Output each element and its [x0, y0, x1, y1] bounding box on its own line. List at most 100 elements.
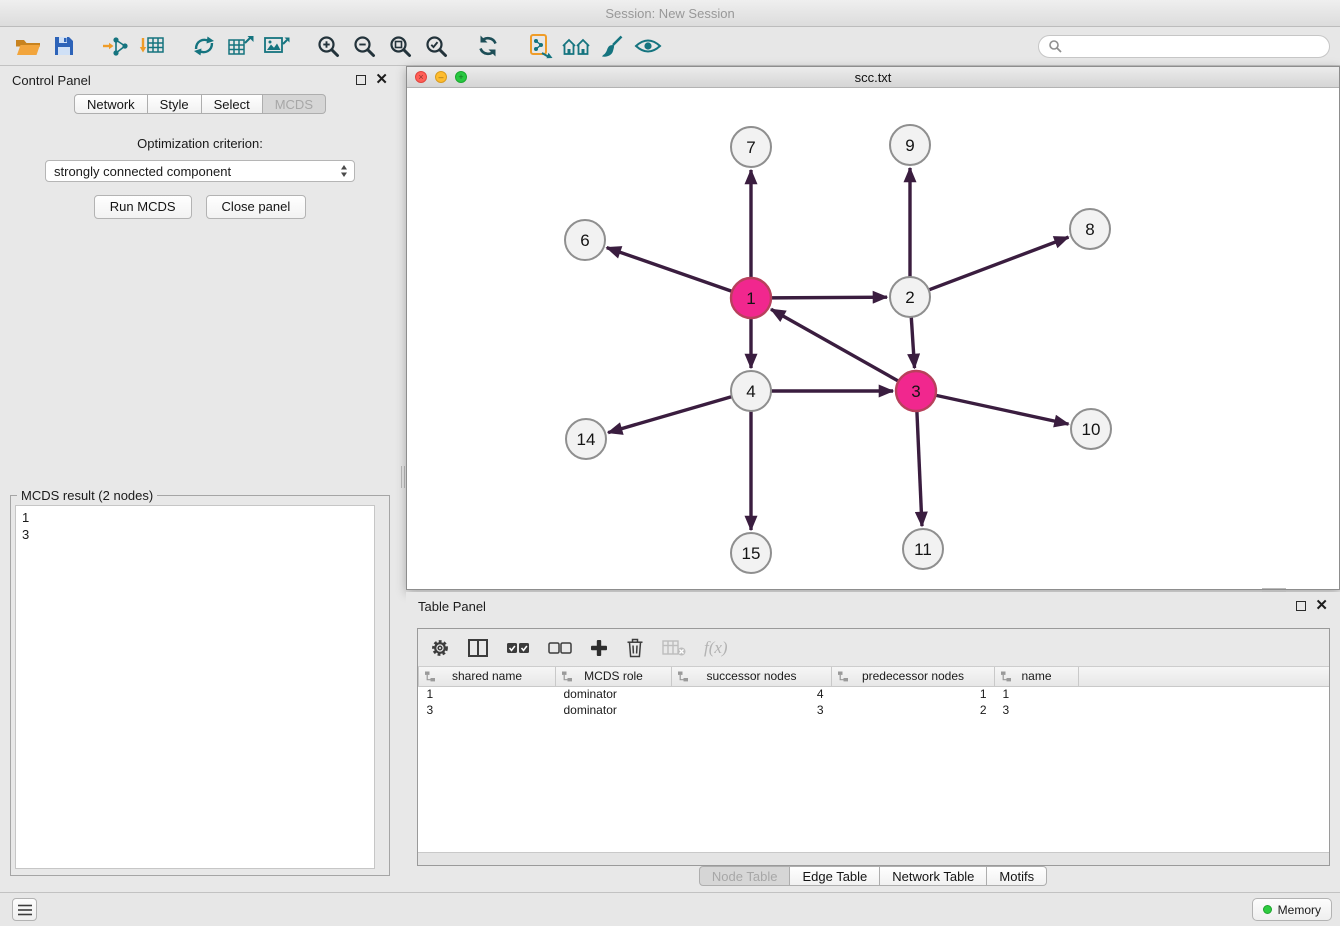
export-image-icon	[263, 34, 290, 58]
zoom-out-button[interactable]	[346, 30, 382, 62]
first-neighbors-button[interactable]	[558, 30, 594, 62]
tab-style[interactable]: Style	[148, 94, 202, 114]
graph-node[interactable]: 10	[1071, 409, 1111, 449]
graph-node[interactable]: 6	[565, 220, 605, 260]
network-window-titlebar[interactable]: × – + scc.txt	[407, 67, 1339, 88]
table-cell[interactable]: 3	[419, 702, 556, 718]
table-cell[interactable]: 4	[672, 686, 832, 702]
apply-layout-button[interactable]	[470, 30, 506, 62]
add-column-button[interactable]	[590, 639, 608, 657]
table-cell[interactable]: 2	[832, 702, 995, 718]
close-table-panel-button[interactable]: ✕	[1315, 601, 1328, 611]
graph-node[interactable]: 8	[1070, 209, 1110, 249]
import-network-icon	[102, 34, 130, 58]
float-panel-button[interactable]	[356, 75, 366, 85]
zoom-selected-button[interactable]	[418, 30, 454, 62]
import-network-button[interactable]	[98, 30, 134, 62]
zoom-selected-icon	[424, 34, 448, 58]
select-all-columns-button[interactable]	[506, 641, 530, 655]
tab-mcds[interactable]: MCDS	[263, 94, 326, 114]
minimize-window-button[interactable]: –	[435, 71, 447, 83]
table-cell[interactable]: 3	[672, 702, 832, 718]
graph-node[interactable]: 11	[903, 529, 943, 569]
table-cell[interactable]: dominator	[556, 702, 672, 718]
graph-node[interactable]: 9	[890, 125, 930, 165]
table-horizontal-scrollbar[interactable]	[418, 852, 1329, 865]
folder-open-icon	[15, 35, 41, 57]
tab-node-table[interactable]: Node Table	[699, 866, 791, 886]
graph-node[interactable]: 7	[731, 127, 771, 167]
network-graph[interactable]: 7 9 6 8 1 2 4 3 14 10 15 11	[407, 88, 1339, 589]
tab-select[interactable]: Select	[202, 94, 263, 114]
close-mcds-panel-button[interactable]: Close panel	[206, 195, 307, 219]
graph-edge[interactable]	[929, 237, 1069, 290]
zoom-fit-icon	[388, 34, 412, 58]
unselect-all-columns-button[interactable]	[548, 641, 572, 655]
function-builder-button[interactable]: f(x)	[704, 638, 728, 658]
float-table-panel-button[interactable]	[1296, 601, 1306, 611]
column-header[interactable]: predecessor nodes	[832, 667, 995, 686]
network-document-button[interactable]	[522, 30, 558, 62]
search-box[interactable]	[1038, 35, 1330, 58]
control-panel: Control Panel ✕ Network Style Select MCD…	[0, 66, 400, 892]
table-cell[interactable]: 1	[832, 686, 995, 702]
control-panel-tabs: Network Style Select MCDS	[0, 94, 400, 114]
graph-node[interactable]: 3	[896, 371, 936, 411]
graph-edge[interactable]	[607, 248, 732, 292]
graph-edge[interactable]	[608, 397, 732, 433]
graph-edge[interactable]	[936, 395, 1069, 424]
graph-node-label: 8	[1085, 220, 1094, 239]
open-session-button[interactable]	[10, 30, 46, 62]
show-columns-button[interactable]	[468, 639, 488, 657]
memory-button[interactable]: Memory	[1252, 898, 1332, 921]
table-cell[interactable]: 1	[995, 686, 1079, 702]
column-header[interactable]: name	[995, 667, 1079, 686]
table-cell[interactable]: dominator	[556, 686, 672, 702]
tab-network[interactable]: Network	[74, 94, 148, 114]
style-button[interactable]	[594, 30, 630, 62]
tab-network-table[interactable]: Network Table	[880, 866, 987, 886]
table-cell[interactable]: 3	[995, 702, 1079, 718]
zoom-fit-button[interactable]	[382, 30, 418, 62]
criterion-dropdown[interactable]: strongly connected component	[45, 160, 355, 182]
table-settings-button[interactable]	[430, 638, 450, 658]
search-input[interactable]	[1067, 39, 1320, 54]
graph-edge[interactable]	[917, 411, 922, 526]
delete-table-button[interactable]	[662, 639, 686, 657]
close-window-button[interactable]: ×	[415, 71, 427, 83]
table-row[interactable]: 1dominator411	[419, 686, 1330, 702]
close-panel-button[interactable]: ✕	[375, 75, 388, 85]
task-history-button[interactable]	[12, 898, 37, 921]
memory-label: Memory	[1278, 903, 1321, 917]
eye-icon	[634, 37, 662, 55]
maximize-window-button[interactable]: +	[455, 71, 467, 83]
zoom-in-button[interactable]	[310, 30, 346, 62]
graph-node-label: 11	[914, 540, 932, 559]
tab-edge-table[interactable]: Edge Table	[790, 866, 880, 886]
houses-icon	[561, 35, 591, 57]
graph-node[interactable]: 15	[731, 533, 771, 573]
export-image-button[interactable]	[258, 30, 294, 62]
run-mcds-button[interactable]: Run MCDS	[94, 195, 192, 219]
network-canvas[interactable]: 7 9 6 8 1 2 4 3 14 10 15 11	[407, 88, 1339, 589]
graph-edge[interactable]	[911, 317, 914, 368]
column-header[interactable]: shared name	[419, 667, 556, 686]
tab-motifs[interactable]: Motifs	[987, 866, 1047, 886]
table-row[interactable]: 3dominator323	[419, 702, 1330, 718]
graph-node[interactable]: 14	[566, 419, 606, 459]
save-session-button[interactable]	[46, 30, 82, 62]
graph-node[interactable]: 2	[890, 277, 930, 317]
column-header[interactable]: successor nodes	[672, 667, 832, 686]
column-header[interactable]: MCDS role	[556, 667, 672, 686]
graph-edge[interactable]	[771, 309, 899, 381]
graph-node[interactable]: 4	[731, 371, 771, 411]
import-table-button[interactable]	[134, 30, 170, 62]
export-network-button[interactable]	[186, 30, 222, 62]
graph-node[interactable]: 1	[731, 278, 771, 318]
delete-column-button[interactable]	[626, 637, 644, 658]
graph-edge[interactable]	[771, 297, 887, 298]
mcds-result-list[interactable]: 1 3	[15, 505, 375, 869]
table-cell[interactable]: 1	[419, 686, 556, 702]
show-hide-button[interactable]	[630, 30, 666, 62]
export-table-button[interactable]	[222, 30, 258, 62]
